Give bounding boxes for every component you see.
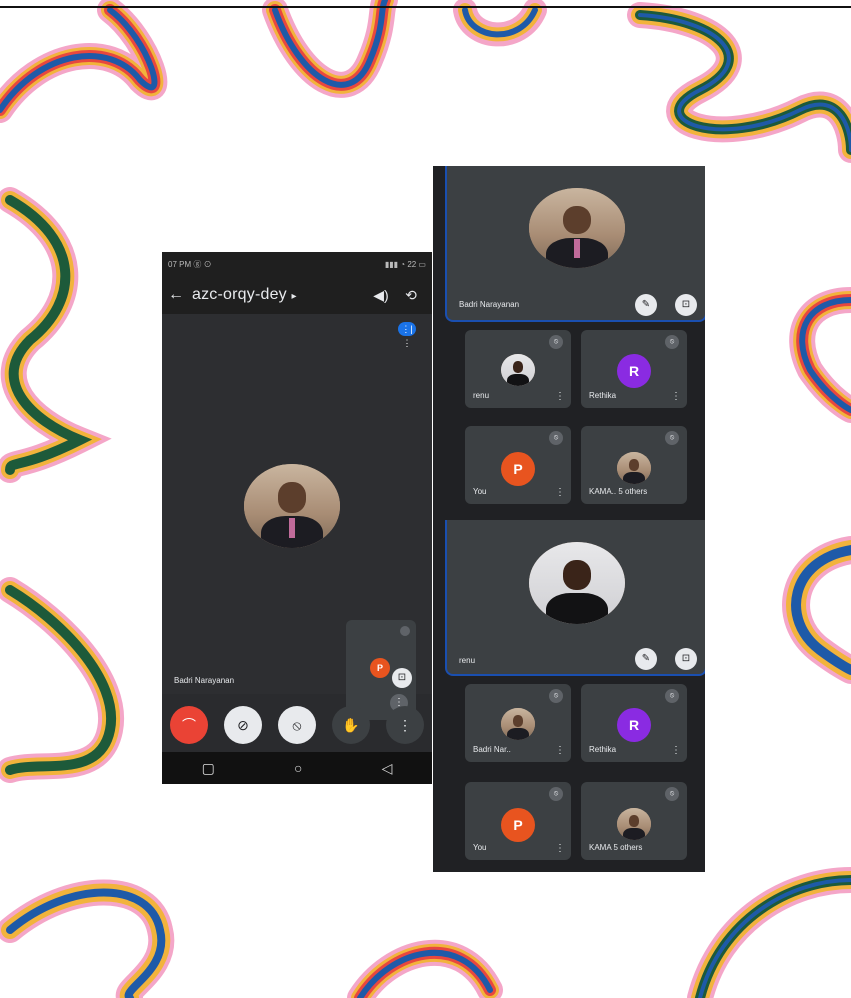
status-right: ▮▮▮ ◔ 22 ▭	[384, 259, 426, 269]
more-icon[interactable]: ⋮	[671, 745, 681, 756]
participant-tile[interactable]: ⦸ KAMA 5 others	[581, 782, 687, 860]
pin-icon[interactable]: ⊡	[675, 294, 697, 316]
phone-meet-screen: 07 PM ⓖ ⊙ ▮▮▮ ◔ 22 ▭ ← azc-orqy-dey ▸ ◀)…	[162, 252, 432, 784]
recents-icon[interactable]: ▢	[202, 760, 215, 777]
participant-name: You	[473, 843, 487, 852]
participant-avatar	[617, 452, 651, 484]
end-call-button[interactable]: ⌒	[170, 706, 208, 744]
android-nav-bar: ▢ ○ ◁	[162, 752, 432, 784]
main-speaker-name: Badri Narayanan	[174, 676, 235, 685]
main-video-stage: ⋮|⋮ P ⋮ Badri Narayanan ⊡	[162, 314, 432, 720]
participant-tile[interactable]: ⦸ P You ⋮	[465, 426, 571, 504]
pin-icon[interactable]: ⊡	[675, 648, 697, 670]
back-arrow-icon[interactable]: ←	[168, 286, 192, 304]
meet-grid-panel-bottom: renu ✎ ⊡ ⦸ Badri Nar.. ⋮ ⦸ R Rethika ⋮ ⦸…	[433, 520, 705, 872]
participant-name: Rethika	[589, 745, 617, 754]
participant-tile[interactable]: ⦸ P You ⋮	[465, 782, 571, 860]
home-icon[interactable]: ○	[294, 760, 302, 776]
participant-tile[interactable]: ⦸ Badri Nar.. ⋮	[465, 684, 571, 762]
featured-avatar	[529, 542, 625, 624]
status-left: 07 PM ⓖ ⊙	[168, 259, 212, 269]
swirl-right	[782, 287, 851, 684]
participant-tile[interactable]: ⦸ KAMA.. 5 others	[581, 426, 687, 504]
meeting-code: azc-orqy-dey	[192, 286, 287, 303]
mic-off-icon: ⦸	[665, 689, 679, 703]
mute-icon[interactable]: ✎	[635, 294, 657, 316]
participant-name: KAMA.. 5 others	[589, 487, 648, 496]
mic-off-icon: ⦸	[549, 431, 563, 445]
main-speaker-avatar	[244, 464, 340, 548]
mute-status-icon	[400, 626, 410, 636]
swirl-top-middle	[262, 0, 547, 98]
mic-off-icon: ⦸	[665, 431, 679, 445]
meeting-header: ← azc-orqy-dey ▸ ◀) ⟲	[162, 276, 432, 314]
top-border-line	[0, 6, 851, 8]
mute-icon[interactable]: ✎	[635, 648, 657, 670]
mic-off-icon: ⦸	[549, 787, 563, 801]
raise-hand-button[interactable]: ✋	[332, 706, 370, 744]
more-options-button[interactable]: ⋮	[386, 706, 424, 744]
featured-tile[interactable]: Badri Narayanan ✎ ⊡	[445, 166, 705, 322]
participant-avatar: P	[501, 452, 535, 486]
switch-camera-icon[interactable]: ⟲	[396, 287, 426, 304]
participant-name: renu	[473, 391, 490, 400]
participant-name: You	[473, 487, 487, 496]
more-icon[interactable]: ⋮	[671, 391, 681, 402]
pin-icon[interactable]: ⊡	[392, 668, 412, 688]
participant-avatar	[501, 354, 535, 386]
mic-off-button[interactable]: ⦸	[278, 706, 316, 744]
participant-avatar	[501, 708, 535, 740]
participant-avatar	[617, 808, 651, 840]
meet-grid-panel-top: Badri Narayanan ✎ ⊡ ⦸ renu ⋮ ⦸ R Rethika…	[433, 166, 705, 520]
participant-avatar: R	[617, 708, 651, 742]
speaking-indicator-icon: ⋮|⋮	[398, 322, 416, 348]
participant-tile[interactable]: ⦸ renu ⋮	[465, 330, 571, 408]
mic-off-icon: ⦸	[549, 689, 563, 703]
mic-off-icon: ⦸	[665, 787, 679, 801]
participant-name: Rethika	[589, 391, 617, 400]
featured-tile[interactable]: renu ✎ ⊡	[445, 520, 705, 676]
swirl-top-left	[0, 0, 168, 123]
speaker-icon[interactable]: ◀)	[366, 287, 396, 304]
swirl-top-right	[627, 2, 851, 163]
more-icon[interactable]: ⋮	[555, 843, 565, 854]
meeting-code-button[interactable]: azc-orqy-dey ▸	[192, 286, 366, 304]
swirl-bottom	[0, 867, 851, 998]
swirl-left	[0, 187, 125, 783]
chevron-right-icon: ▸	[291, 291, 297, 302]
participant-name: Badri Nar..	[473, 745, 511, 754]
participant-tile[interactable]: ⦸ R Rethika ⋮	[581, 330, 687, 408]
call-controls: ⌒ ⊘ ⦸ ✋ ⋮	[162, 702, 432, 748]
more-icon[interactable]: ⋮	[555, 745, 565, 756]
mic-off-icon: ⦸	[665, 335, 679, 349]
featured-name: renu	[459, 656, 476, 665]
self-avatar: P	[370, 658, 390, 678]
more-icon[interactable]: ⋮	[555, 487, 565, 498]
participant-name: KAMA 5 others	[589, 843, 643, 852]
mic-off-icon: ⦸	[549, 335, 563, 349]
status-bar: 07 PM ⓖ ⊙ ▮▮▮ ◔ 22 ▭	[162, 252, 432, 276]
camera-off-button[interactable]: ⊘	[224, 706, 262, 744]
participant-tile[interactable]: ⦸ R Rethika ⋮	[581, 684, 687, 762]
participant-avatar: P	[501, 808, 535, 842]
back-nav-icon[interactable]: ◁	[382, 760, 393, 777]
more-icon[interactable]: ⋮	[555, 391, 565, 402]
featured-name: Badri Narayanan	[459, 300, 520, 309]
featured-avatar	[529, 188, 625, 268]
participant-avatar: R	[617, 354, 651, 388]
